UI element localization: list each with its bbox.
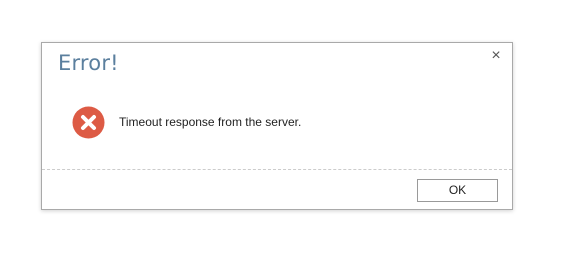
error-message: Timeout response from the server.	[119, 115, 302, 129]
error-dialog: Error! × Timeout response from the serve…	[41, 42, 513, 210]
dialog-title: Error!	[58, 51, 119, 75]
ok-button[interactable]: OK	[417, 179, 498, 202]
close-button[interactable]: ×	[489, 48, 503, 64]
footer-divider	[42, 169, 512, 170]
error-x-circle-icon	[72, 106, 105, 139]
